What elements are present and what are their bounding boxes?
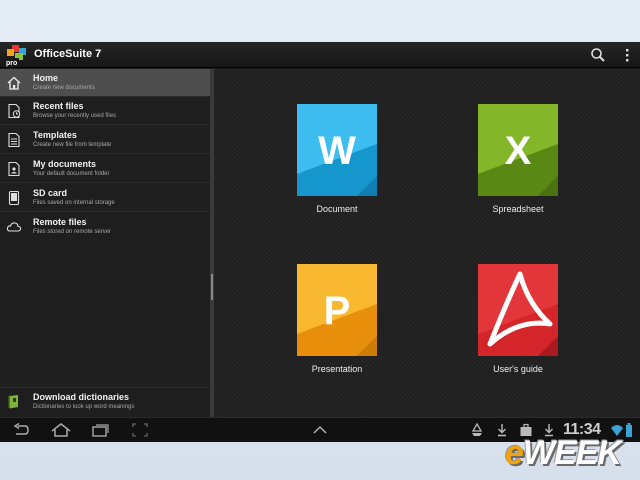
tile-letter: P (324, 289, 351, 333)
tablet-screen: pro OfficeSuite 7 Home Create new docume… (0, 42, 640, 442)
word-document-icon[interactable]: W (297, 104, 377, 196)
recycle-icon[interactable] (470, 422, 484, 438)
battery-icon (626, 423, 632, 437)
tile-spreadsheet[interactable]: X Spreadsheet (458, 104, 578, 234)
pdf-guide-icon[interactable] (478, 264, 558, 356)
search-icon[interactable] (589, 46, 607, 64)
sidebar-item-subtitle: Your default document folder (33, 171, 110, 177)
cloud-icon (6, 222, 22, 232)
app-title: OfficeSuite 7 (34, 48, 102, 60)
sidebar-item-subtitle: Files stored on remote server (33, 229, 112, 235)
sidebar-item-my-documents[interactable]: My documents Your default document folde… (0, 155, 210, 183)
sidebar-item-title: My documents (33, 159, 97, 169)
home-nav-icon[interactable] (50, 422, 72, 438)
overflow-menu-icon[interactable] (618, 46, 636, 64)
sidebar-item-title: Home (33, 73, 59, 83)
sidebar-item-recent-files[interactable]: Recent files Browse your recently used f… (0, 97, 210, 125)
sidebar-item-home[interactable]: Home Create new documents (0, 69, 210, 97)
watermark-accent: e (505, 434, 524, 472)
sidebar-item-subtitle: Create new file from template (33, 142, 112, 148)
sidebar-item-remote-files[interactable]: Remote files Files stored on remote serv… (0, 213, 210, 241)
tile-letter: X (505, 129, 532, 173)
recent-apps-icon[interactable] (92, 422, 110, 438)
spreadsheet-icon[interactable]: X (478, 104, 558, 196)
new-document-grid: W Document X Spreadsheet P Presentation … (214, 69, 640, 417)
sd-card-icon (8, 190, 20, 206)
logo-text: pro (6, 60, 17, 67)
screenshot-icon[interactable] (131, 422, 149, 438)
tile-label: User's guide (493, 364, 543, 374)
sidebar-item-subtitle: Files saved on internal storage (33, 200, 115, 206)
divider-grip-handle[interactable] (211, 274, 213, 300)
recent-files-icon (8, 103, 21, 119)
sidebar-item-download-dictionaries[interactable]: Download dictionaries Dictionaries to lo… (0, 387, 210, 415)
templates-icon (8, 132, 20, 148)
tile-presentation[interactable]: P Presentation (277, 264, 397, 394)
action-bar: pro OfficeSuite 7 (0, 42, 640, 68)
sidebar-item-title: Download dictionaries (33, 392, 130, 402)
back-icon[interactable] (12, 422, 30, 438)
sidebar-item-title: Remote files (33, 217, 87, 227)
watermark-text: WEEK (522, 434, 622, 472)
eweek-watermark: eWEEK (505, 434, 622, 473)
sidebar-item-templates[interactable]: Templates Create new file from template (0, 126, 210, 154)
tile-letter: W (318, 129, 356, 173)
sidebar-item-title: SD card (33, 188, 68, 198)
officesuite-logo-icon[interactable]: pro (4, 44, 28, 68)
sidebar-item-subtitle: Create new documents (33, 85, 95, 91)
dictionary-icon (8, 395, 18, 409)
home-icon (7, 76, 21, 90)
sidebar-item-title: Templates (33, 130, 77, 140)
tile-label: Spreadsheet (492, 204, 544, 214)
tile-document[interactable]: W Document (277, 104, 397, 234)
sidebar-item-title: Recent files (33, 101, 84, 111)
my-documents-icon (8, 161, 20, 177)
presentation-icon[interactable]: P (297, 264, 377, 356)
tile-label: Document (316, 204, 358, 214)
navigation-sidebar: Home Create new documents Recent files B… (0, 69, 210, 417)
chevron-up-icon[interactable] (311, 422, 329, 438)
tile-users-guide[interactable]: User's guide (458, 264, 578, 394)
sidebar-item-subtitle: Browse your recently used files (33, 113, 117, 119)
sidebar-item-sd-card[interactable]: SD card Files saved on internal storage (0, 184, 210, 212)
tile-label: Presentation (311, 364, 363, 374)
sidebar-item-subtitle: Dictionaries to look up word meanings (33, 404, 135, 410)
